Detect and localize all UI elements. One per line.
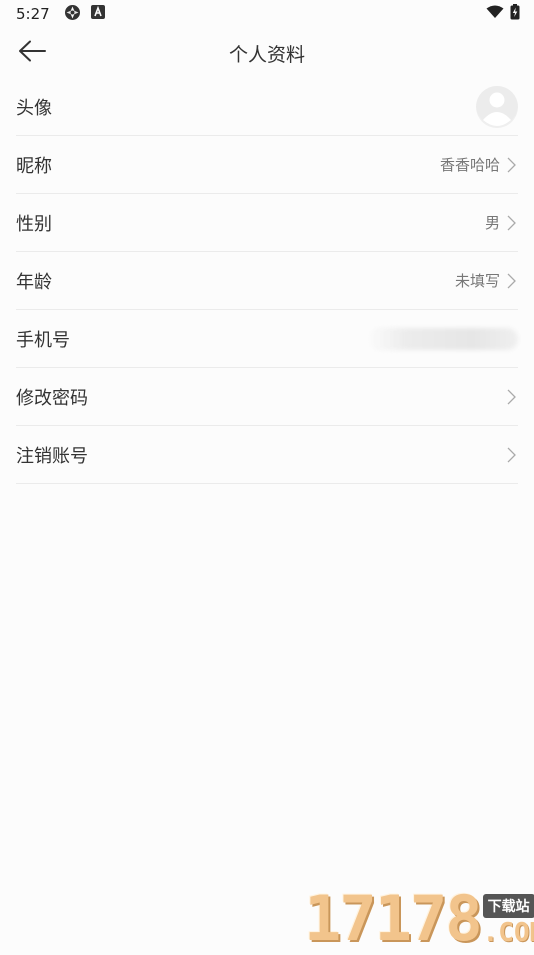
phone-right	[368, 328, 518, 350]
age-right: 未填写	[455, 270, 518, 291]
change-password-right	[504, 389, 518, 405]
chevron-right-icon	[504, 389, 518, 405]
nickname-right: 香香哈哈	[440, 154, 518, 175]
nickname-label: 昵称	[16, 152, 52, 178]
avatar-row[interactable]: 头像	[16, 78, 518, 136]
arrow-left-icon	[18, 40, 46, 66]
chevron-right-icon	[504, 157, 518, 173]
status-time: 5:27	[16, 5, 50, 23]
change-password-row[interactable]: 修改密码	[16, 368, 518, 426]
avatar-right	[476, 86, 518, 128]
battery-charging-icon	[510, 4, 520, 24]
default-user-icon	[476, 86, 518, 128]
app-a-icon	[91, 5, 105, 23]
avatar-label: 头像	[16, 94, 52, 120]
wifi-icon	[486, 5, 504, 23]
gender-right: 男	[485, 212, 518, 233]
gender-label: 性别	[16, 210, 52, 236]
watermark-domain: .COM	[483, 918, 534, 948]
watermark-tag: 下载站	[483, 894, 534, 918]
watermark-digits: 17178	[304, 888, 481, 950]
status-bar: 5:27	[0, 0, 534, 28]
back-button[interactable]	[16, 38, 48, 68]
avatar[interactable]	[476, 86, 518, 128]
watermark-right: 下载站 .COM	[483, 894, 534, 948]
profile-list: 头像 昵称 香香哈哈 性别 男	[16, 78, 518, 484]
status-system-icons	[486, 4, 520, 24]
delete-account-row[interactable]: 注销账号	[16, 426, 518, 484]
site-watermark: 17178 下载站 .COM	[304, 886, 534, 950]
nickname-row[interactable]: 昵称 香香哈哈	[16, 136, 518, 194]
delete-account-label: 注销账号	[16, 442, 88, 468]
age-value: 未填写	[455, 270, 500, 291]
age-label: 年龄	[16, 268, 52, 294]
chevron-right-icon	[504, 215, 518, 231]
change-password-label: 修改密码	[16, 384, 88, 410]
phone-number-redacted	[368, 328, 518, 350]
toolbar: 个人资料	[0, 28, 534, 78]
gender-value: 男	[485, 212, 500, 233]
status-notification-icons	[64, 4, 105, 25]
gender-row[interactable]: 性别 男	[16, 194, 518, 252]
age-row[interactable]: 年龄 未填写	[16, 252, 518, 310]
chevron-right-icon	[504, 447, 518, 463]
phone-row: 手机号	[16, 310, 518, 368]
aperture-icon	[64, 4, 81, 25]
delete-account-right	[504, 447, 518, 463]
chevron-right-icon	[504, 273, 518, 289]
page-title: 个人资料	[229, 40, 305, 67]
nickname-value: 香香哈哈	[440, 154, 500, 175]
phone-label: 手机号	[16, 326, 70, 352]
